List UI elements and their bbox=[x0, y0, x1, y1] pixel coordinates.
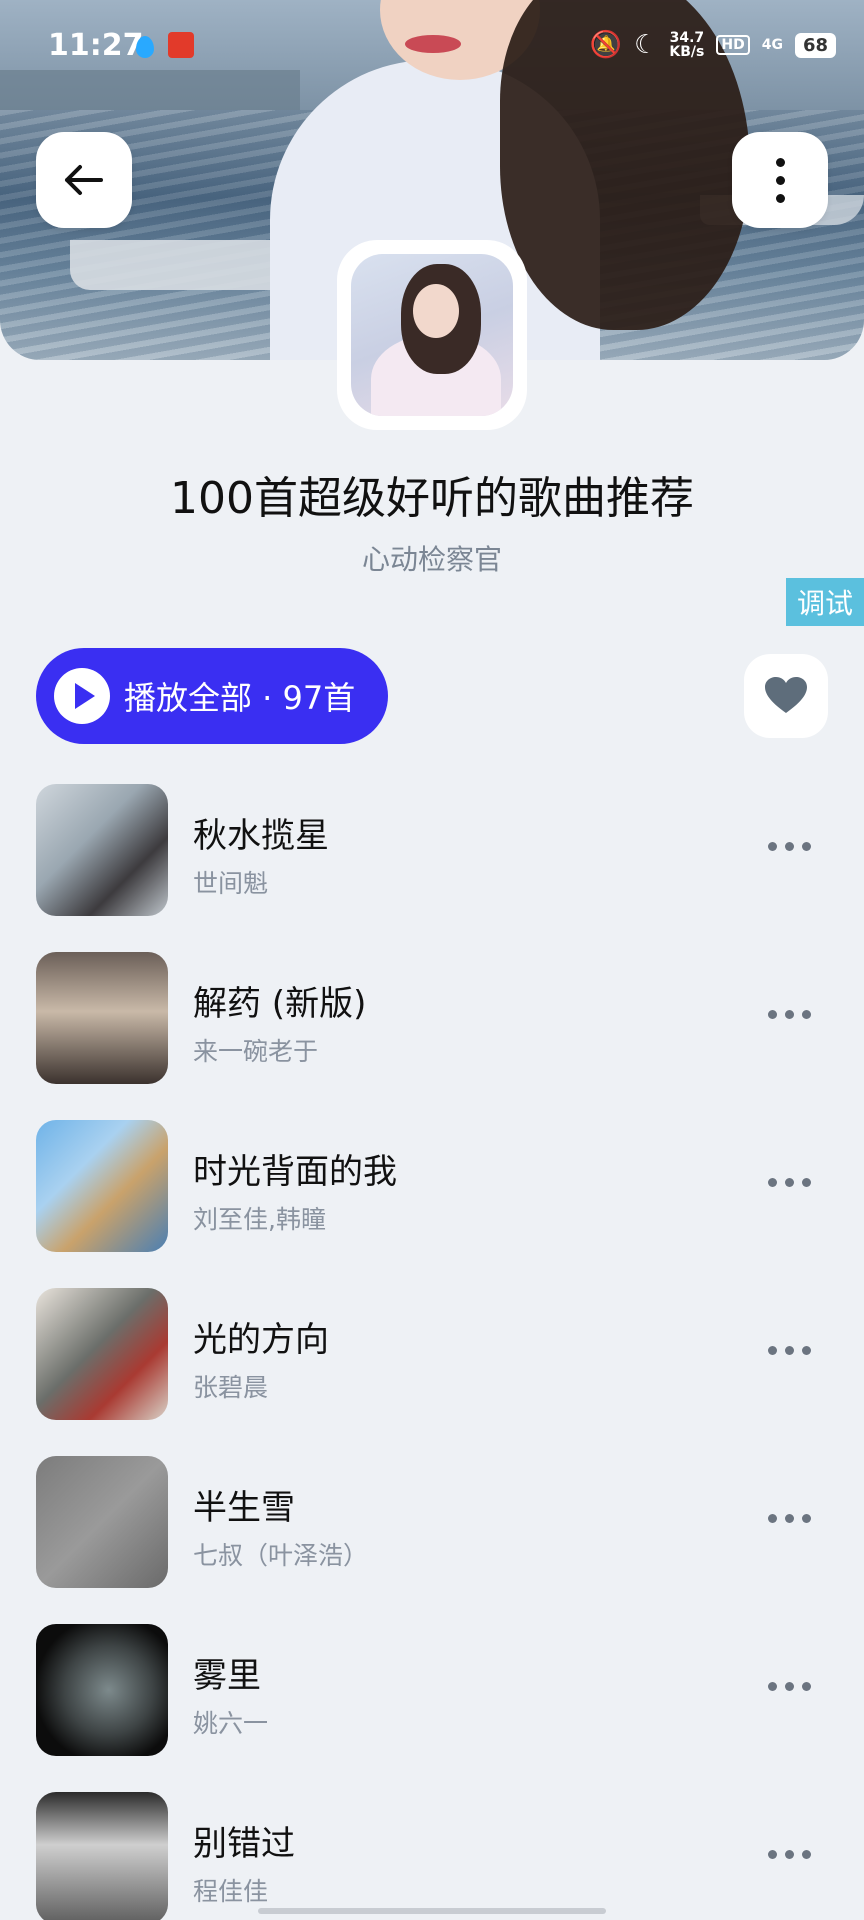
song-title: 光的方向 bbox=[193, 1320, 329, 1360]
playlist-cover-image bbox=[351, 254, 513, 416]
playlist-page: 11:27 🔕 ☾ 34.7 KB/s HD 4G 68 100首超级好听的歌曲… bbox=[0, 0, 864, 1920]
song-artist: 张碧晨 bbox=[193, 1373, 269, 1402]
home-indicator[interactable] bbox=[258, 1908, 606, 1914]
battery-indicator: 68 bbox=[794, 32, 836, 58]
song-row[interactable]: 时光背面的我 刘至佳,韩瞳 bbox=[0, 1120, 864, 1288]
horizontal-dots-icon[interactable] bbox=[768, 1850, 811, 1859]
song-cover-image bbox=[36, 952, 168, 1084]
song-cover-image bbox=[36, 1456, 168, 1588]
network-speed: 34.7 KB/s bbox=[669, 31, 704, 59]
song-cover-image bbox=[36, 1120, 168, 1252]
song-title: 时光背面的我 bbox=[193, 1152, 397, 1192]
playlist-cover bbox=[337, 240, 527, 430]
song-row[interactable]: 半生雪 七叔（叶泽浩） bbox=[0, 1456, 864, 1624]
song-artist: 刘至佳,韩瞳 bbox=[193, 1205, 326, 1234]
favorite-button[interactable] bbox=[744, 654, 828, 738]
song-title: 雾里 bbox=[193, 1656, 261, 1696]
app-notification-icon bbox=[136, 36, 154, 58]
song-cover-image bbox=[36, 1288, 168, 1420]
song-list: 秋水揽星 世间魁 解药 (新版) 来一碗老于 时光背面的我 刘至佳,韩瞳 光的方… bbox=[0, 784, 864, 1920]
playlist-creator[interactable]: 心动检察官 bbox=[0, 538, 864, 578]
song-row[interactable]: 解药 (新版) 来一碗老于 bbox=[0, 952, 864, 1120]
song-artist: 来一碗老于 bbox=[193, 1037, 319, 1066]
back-button[interactable] bbox=[36, 132, 132, 228]
song-cover-image bbox=[36, 1624, 168, 1756]
song-row[interactable]: 雾里 姚六一 bbox=[0, 1624, 864, 1792]
song-title: 秋水揽星 bbox=[193, 816, 329, 856]
song-cover-image bbox=[36, 784, 168, 916]
debug-tag[interactable]: 调试 bbox=[786, 578, 864, 626]
song-row[interactable]: 光的方向 张碧晨 bbox=[0, 1288, 864, 1456]
play-all-button[interactable]: 播放全部 · 97首 bbox=[36, 648, 388, 744]
app-badge-icon bbox=[168, 32, 194, 58]
playlist-title: 100首超级好听的歌曲推荐 bbox=[170, 473, 694, 524]
network-speed-unit: KB/s bbox=[669, 44, 705, 60]
status-bar: 11:27 🔕 ☾ 34.7 KB/s HD 4G 68 bbox=[0, 0, 864, 96]
hd-icon: HD bbox=[716, 35, 750, 55]
horizontal-dots-icon[interactable] bbox=[768, 1346, 811, 1355]
status-time: 11:27 bbox=[48, 28, 144, 63]
more-options-button[interactable] bbox=[732, 132, 828, 228]
song-title: 解药 (新版) bbox=[193, 984, 367, 1024]
play-all-label: 播放全部 · 97首 bbox=[124, 679, 356, 717]
song-artist: 世间魁 bbox=[193, 869, 269, 898]
play-icon bbox=[54, 668, 110, 724]
horizontal-dots-icon[interactable] bbox=[768, 842, 811, 851]
song-artist: 程佳佳 bbox=[193, 1877, 269, 1906]
song-row[interactable]: 秋水揽星 世间魁 bbox=[0, 784, 864, 952]
signal-icon: 4G bbox=[761, 37, 783, 53]
song-cover-image bbox=[36, 1792, 168, 1920]
heart-icon bbox=[765, 677, 807, 713]
song-artist: 七叔（叶泽浩） bbox=[193, 1541, 369, 1570]
horizontal-dots-icon[interactable] bbox=[768, 1178, 811, 1187]
horizontal-dots-icon[interactable] bbox=[768, 1514, 811, 1523]
song-title: 别错过 bbox=[193, 1824, 295, 1864]
vertical-dots-icon bbox=[775, 157, 785, 203]
horizontal-dots-icon[interactable] bbox=[768, 1010, 811, 1019]
mute-bell-icon: 🔕 bbox=[589, 30, 623, 60]
moon-icon: ☾ bbox=[634, 30, 658, 60]
status-icons: 🔕 ☾ 34.7 KB/s HD 4G 68 bbox=[590, 30, 836, 60]
song-artist: 姚六一 bbox=[193, 1709, 269, 1738]
horizontal-dots-icon[interactable] bbox=[768, 1682, 811, 1691]
song-title: 半生雪 bbox=[193, 1488, 295, 1528]
song-row[interactable]: 别错过 程佳佳 bbox=[0, 1792, 864, 1920]
arrow-left-icon bbox=[65, 165, 103, 195]
